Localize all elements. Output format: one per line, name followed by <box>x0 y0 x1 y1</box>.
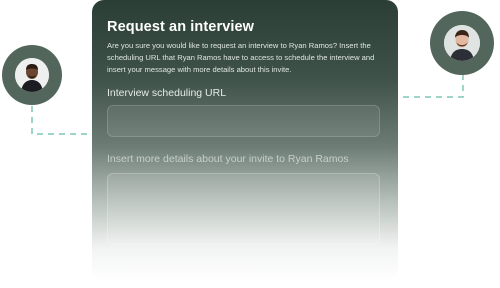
scheduling-url-input[interactable] <box>107 105 380 137</box>
sender-avatar <box>2 45 62 105</box>
recipient-avatar <box>430 11 494 75</box>
invite-details-textarea[interactable] <box>107 173 380 245</box>
sender-avatar-photo <box>15 58 49 92</box>
recipient-avatar-photo <box>444 25 480 61</box>
modal-title: Request an interview <box>107 19 255 35</box>
scheduling-url-label: Interview scheduling URL <box>107 87 227 99</box>
invite-details-label: Insert more details about your invite to… <box>107 153 349 165</box>
modal-description: Are you sure you would like to request a… <box>107 41 375 74</box>
person-avatar-icon <box>15 58 49 92</box>
request-interview-modal: Request an interview Are you sure you wo… <box>92 0 398 282</box>
illustration-stage: Request an interview Are you sure you wo… <box>0 0 500 288</box>
person-avatar-icon <box>444 25 480 61</box>
